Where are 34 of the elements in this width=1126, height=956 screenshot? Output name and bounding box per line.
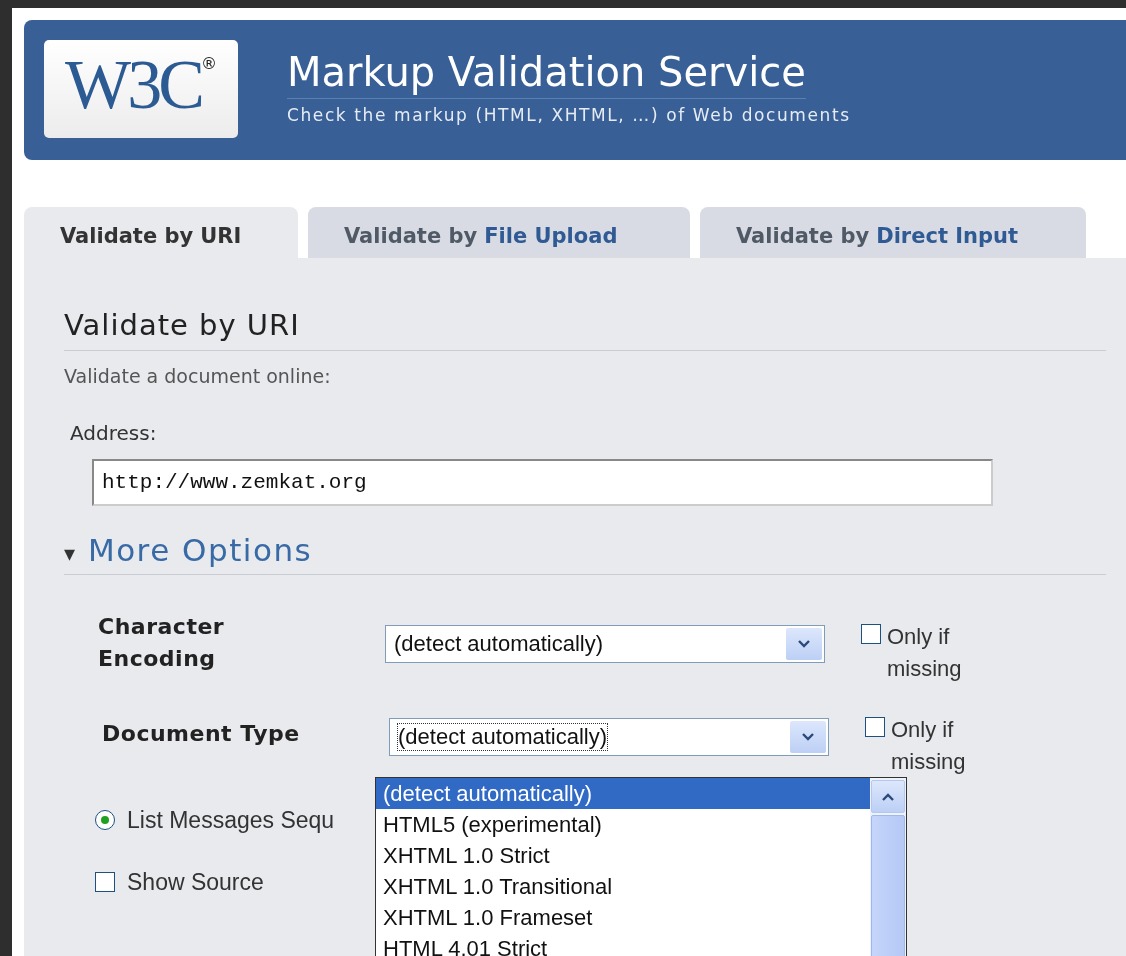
intro-text: Validate a document online: [64, 365, 332, 387]
scrollbar-thumb[interactable] [871, 815, 905, 956]
logo[interactable]: W3C® [44, 40, 238, 138]
checkbox-label: Only if missing [887, 623, 963, 683]
page-title: Markup Validation Service [287, 48, 806, 99]
select-field[interactable]: (detect automatically) [385, 625, 825, 663]
dropdown-option[interactable]: XHTML 1.0 Strict [376, 840, 870, 871]
dropdown-option[interactable]: HTML5 (experimental) [376, 809, 870, 840]
checkbox[interactable] [865, 717, 885, 737]
more-options-toggle[interactable]: ▾ More Options [64, 532, 313, 568]
dropdown-option[interactable]: HTML 4.01 Strict [376, 933, 870, 956]
address-field[interactable]: http://www.zemkat.org [92, 459, 993, 506]
section-heading: Validate by URI [64, 308, 1106, 351]
checkbox[interactable] [95, 872, 115, 892]
chevron-down-icon [786, 628, 822, 660]
select-field[interactable]: (detect automatically) [389, 718, 829, 756]
checkbox[interactable] [861, 624, 881, 644]
dropdown-option[interactable]: (detect automatically) [376, 778, 870, 809]
checkbox-label: Only if missing [891, 716, 967, 776]
tab[interactable]: Validate by Direct Input [700, 207, 1086, 258]
chevron-down-icon [790, 721, 826, 753]
scrollbar[interactable] [870, 778, 906, 956]
chevron-up-icon[interactable] [871, 780, 905, 813]
dropdown-option[interactable]: XHTML 1.0 Transitional [376, 871, 870, 902]
option-text: Show Source [127, 868, 264, 896]
option-label: Character Encoding [98, 613, 226, 673]
page-subtitle: Check the markup (HTML, XHTML, …) of Web documents [287, 105, 851, 125]
option-text: List Messages Sequ [127, 806, 335, 834]
option-label: Document Type [102, 720, 301, 748]
dropdown-option[interactable]: XHTML 1.0 Frameset [376, 902, 870, 933]
radio-button[interactable] [95, 810, 115, 830]
tab[interactable]: Validate by URI [24, 207, 298, 258]
tab[interactable]: Validate by File Upload [308, 207, 690, 258]
field-label: Address: [70, 421, 158, 445]
